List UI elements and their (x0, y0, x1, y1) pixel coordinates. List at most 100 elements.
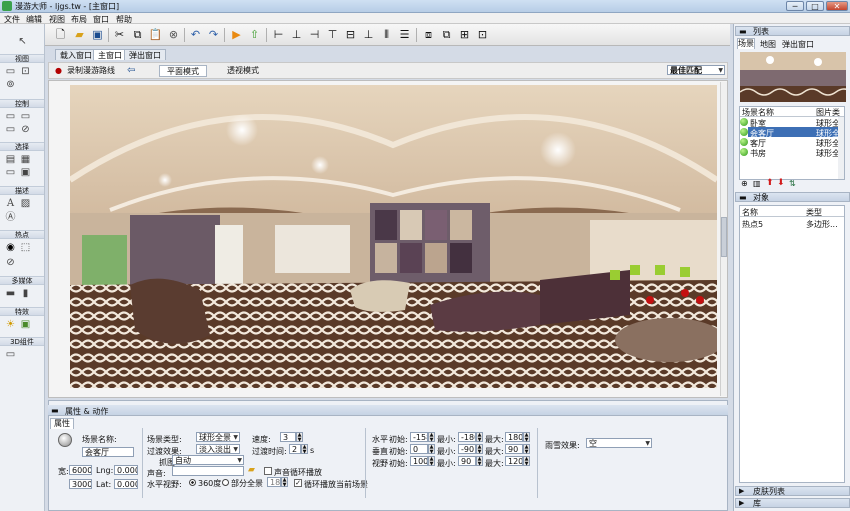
text-box-icon[interactable]: Ⓐ (5, 212, 16, 223)
speed-input[interactable]: 3 (280, 432, 296, 442)
undo-icon[interactable]: ↶ (188, 27, 203, 42)
open-folder-icon[interactable]: ▰ (248, 465, 255, 475)
hview-partial-input[interactable]: 180 (267, 477, 281, 487)
h-init-spinner[interactable]: ▲ ▼ (428, 432, 435, 443)
h-min-spinner[interactable]: ▲ ▼ (476, 432, 483, 443)
hview-partial-radio[interactable] (222, 479, 229, 486)
publish-icon[interactable]: ⇧ (247, 27, 262, 42)
v-max-input[interactable]: 90 (505, 444, 523, 454)
skin-list-header[interactable]: ▶ 皮肤列表 (735, 486, 850, 496)
control-button-icon[interactable]: ▭ (5, 111, 16, 122)
tab-properties[interactable]: 属性 (50, 418, 74, 429)
select-arrow-icon[interactable]: ↖ (17, 36, 28, 47)
hotspot-polygon-icon[interactable]: ⬚ (20, 242, 31, 253)
speed-spinner[interactable]: ▲ ▼ (296, 432, 303, 443)
v-init-spinner[interactable]: ▲ ▼ (428, 444, 435, 455)
preview-play-icon[interactable]: ▶ (229, 27, 244, 42)
capture-select[interactable]: 自动 (172, 455, 244, 465)
control-panel-icon[interactable]: ▭ (5, 124, 16, 135)
lng-input[interactable]: 0.0000 (114, 465, 138, 475)
transition-time-input[interactable]: 2 (289, 444, 301, 454)
library-header[interactable]: ▶ 库 (735, 498, 850, 508)
expand-icon[interactable]: ▶ (739, 499, 744, 508)
scene-list-scrollbar[interactable] (838, 117, 844, 179)
scene-name-input[interactable]: 会客厅 (82, 447, 134, 457)
align-right-icon[interactable]: ⊣ (307, 27, 322, 42)
panel-toggle-icon[interactable]: ▬ (739, 27, 747, 36)
select-thumb-icon[interactable]: ▦ (20, 154, 31, 165)
same-width-icon[interactable]: ⧈ (421, 27, 436, 42)
panel-toggle-icon[interactable]: ▬ (739, 193, 747, 202)
open-file-icon[interactable]: ▰ (72, 27, 87, 42)
back-arrow-icon[interactable]: ⇦ (127, 65, 135, 77)
scrollbar-thumb[interactable] (721, 217, 727, 257)
view-target-icon[interactable]: ⊚ (5, 79, 16, 90)
record-route-button[interactable]: 录制漫游路线 (67, 65, 115, 77)
sound-input[interactable] (172, 466, 244, 476)
paste-icon[interactable]: 📋 (148, 27, 163, 42)
save-icon[interactable]: ▣ (90, 27, 105, 42)
sun-effect-icon[interactable]: ☀ (5, 319, 16, 330)
image-icon[interactable]: ▨ (20, 198, 31, 209)
distribute-v-icon[interactable]: ☰ (397, 27, 412, 42)
f-min-input[interactable]: 90 (458, 456, 476, 466)
hview-partial-spinner[interactable]: ▲ ▼ (281, 477, 288, 488)
v-init-input[interactable]: 0 (410, 444, 428, 454)
tab-map[interactable]: 地图 (760, 39, 776, 50)
align-top-icon[interactable]: ⊤ (325, 27, 340, 42)
cut-icon[interactable]: ✂ (112, 27, 127, 42)
select-list-icon[interactable]: ▤ (5, 154, 16, 165)
hotspot-disabled-icon[interactable]: ⊘ (5, 257, 16, 268)
bring-front-icon[interactable]: ⊡ (475, 27, 490, 42)
select-check-icon[interactable]: ▣ (20, 167, 31, 178)
tab-main-window[interactable]: 主窗口 (93, 49, 127, 60)
lens-effect-icon[interactable]: ▣ (20, 319, 31, 330)
maximize-button[interactable]: □ (806, 1, 824, 11)
f-init-input[interactable]: 100 (410, 456, 428, 466)
transition-time-spinner[interactable]: ▲ ▼ (301, 444, 308, 455)
f-min-spinner[interactable]: ▲ ▼ (476, 456, 483, 467)
canvas-vertical-scrollbar[interactable] (720, 82, 727, 396)
close-button[interactable]: ✕ (826, 1, 848, 11)
delete-scene-icon[interactable]: ▥ (753, 179, 761, 188)
scene-settings-icon[interactable]: ⇅ (789, 179, 796, 188)
align-bottom-icon[interactable]: ⊥ (361, 27, 376, 42)
move-down-icon[interactable]: ⬇ (777, 178, 785, 188)
add-scene-icon[interactable]: ⊕ (741, 179, 748, 188)
delete-icon[interactable]: ⊗ (166, 27, 181, 42)
v-min-input[interactable]: -90 (458, 444, 476, 454)
transition-select[interactable]: 淡入淡出 (196, 444, 240, 454)
same-size-icon[interactable]: ⊞ (457, 27, 472, 42)
f-init-spinner[interactable]: ▲ ▼ (428, 456, 435, 467)
f-max-spinner[interactable]: ▲ ▼ (523, 456, 530, 467)
view-rect-icon[interactable]: ▭ (5, 66, 16, 77)
scene-name[interactable]: 书房 (750, 148, 766, 159)
minimize-button[interactable]: ─ (786, 1, 804, 11)
audio-icon[interactable]: ▮ (20, 288, 31, 299)
tab-popup-window[interactable]: 弹出窗口 (124, 49, 166, 60)
copy-icon[interactable]: ⧉ (130, 27, 145, 42)
height-input[interactable]: 3000 (69, 479, 92, 489)
tab-load-window[interactable]: 载入窗口 (55, 49, 97, 60)
rain-snow-select[interactable]: 空 (586, 438, 652, 448)
control-textbox-icon[interactable]: ▭ (20, 111, 31, 122)
view-crop-icon[interactable]: ⊡ (20, 66, 31, 77)
3d-component-icon[interactable]: ▭ (5, 349, 16, 360)
align-middle-icon[interactable]: ⊟ (343, 27, 358, 42)
control-disabled-icon[interactable]: ⊘ (20, 124, 31, 135)
align-center-icon[interactable]: ⊥ (289, 27, 304, 42)
panel-toggle-icon[interactable]: ▬ (51, 406, 59, 415)
same-height-icon[interactable]: ⧉ (439, 27, 454, 42)
zoom-fit-select[interactable]: 最佳匹配 (667, 65, 725, 75)
h-init-input[interactable]: -158 (410, 432, 428, 442)
h-max-input[interactable]: 180 (505, 432, 523, 442)
v-min-spinner[interactable]: ▲ ▼ (476, 444, 483, 455)
f-max-input[interactable]: 120 (505, 456, 523, 466)
h-min-input[interactable]: -180 (458, 432, 476, 442)
tab-popup[interactable]: 弹出窗口 (782, 39, 814, 50)
redo-icon[interactable]: ↷ (206, 27, 221, 42)
hview-360-radio[interactable] (189, 479, 196, 486)
distribute-h-icon[interactable]: ⫴ (379, 27, 394, 42)
width-input[interactable]: 6000 (69, 465, 92, 475)
expand-icon[interactable]: ▶ (739, 487, 744, 496)
